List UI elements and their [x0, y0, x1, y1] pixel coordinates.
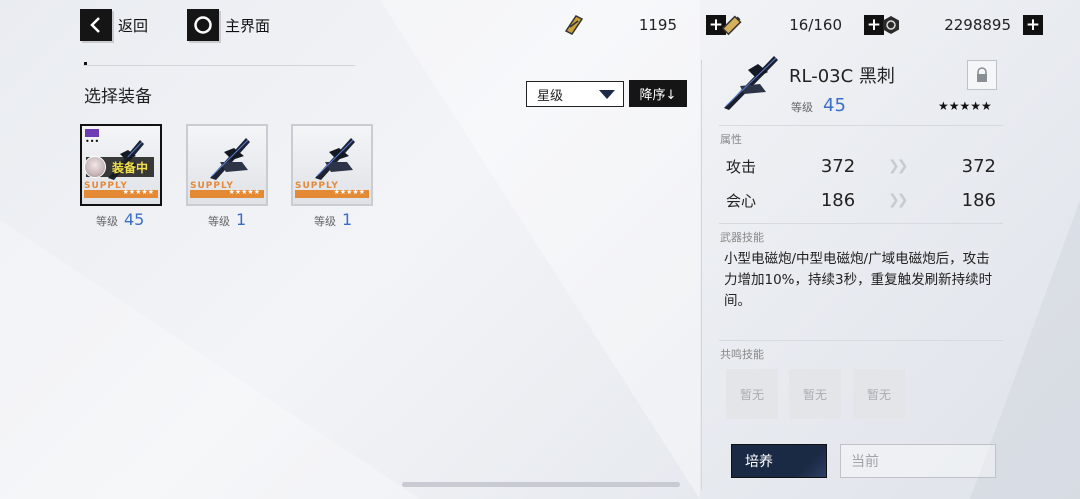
add-coin-button[interactable]: + [1023, 15, 1043, 35]
divider [83, 65, 355, 66]
resonance-slot: 暂无 [726, 369, 778, 419]
train-button[interactable]: 培养 [731, 444, 827, 478]
circle-home-icon [187, 9, 219, 41]
equipment-card[interactable]: SUPPLY ★★★★★ [186, 124, 268, 206]
weapon-level: 等级 45 [791, 95, 846, 116]
resonance-slot: 暂无 [789, 369, 841, 419]
resonance-skill-title: 共鸣技能 [720, 348, 764, 361]
select-equipment-title: 选择装备 [84, 87, 152, 107]
current-field: 当前 [840, 444, 996, 478]
double-chevron-icon: ❯❯ [888, 158, 909, 174]
star-strip: ★★★★★ [295, 188, 369, 198]
card-level: 等级 1 [314, 210, 352, 229]
battery-icon [719, 12, 745, 38]
card-level: 等级 45 [96, 210, 144, 229]
stat-next: 372 [961, 155, 996, 177]
triangle-down-icon [599, 90, 615, 99]
railgun-weapon-icon [724, 56, 778, 110]
railgun-weapon-icon [315, 138, 355, 180]
level-label: 等级 [208, 215, 230, 228]
coin-value: 2298895 [944, 16, 1011, 34]
star-rating: ★★★★★ [333, 188, 365, 196]
sort-order-button[interactable]: 降序↓ [629, 80, 687, 107]
background-shape [0, 220, 420, 499]
weapon-name: RL-03C 黑刺 [789, 66, 895, 87]
gold-value: 1195 [638, 16, 677, 34]
weapon-skill-title: 武器技能 [720, 231, 764, 244]
home-label: 主界面 [225, 16, 271, 35]
level-label: 等级 [96, 215, 118, 228]
divider [719, 223, 1003, 224]
lock-icon [977, 67, 987, 82]
back-label: 返回 [118, 16, 149, 35]
coin-icon [878, 12, 904, 38]
resource-coin: 2298895 + [878, 12, 1043, 38]
sort-value: 星级 [537, 88, 564, 104]
horizontal-scrollbar[interactable] [402, 482, 680, 487]
back-button[interactable]: 返回 [80, 9, 148, 41]
divider [719, 125, 1003, 126]
battery-value: 16/160 [789, 16, 842, 34]
stat-row-critical: 会心 186 ❯❯ 186 [726, 188, 996, 212]
stat-current: 186 [820, 189, 856, 211]
level-value: 1 [342, 210, 353, 229]
sort-dropdown[interactable]: 星级 [526, 81, 624, 107]
lock-button[interactable] [967, 60, 997, 90]
level-label: 等级 [791, 101, 813, 114]
character-avatar [84, 156, 106, 178]
star-rating: ★★★★★ [228, 188, 260, 196]
chevron-left-icon [80, 9, 112, 41]
railgun-weapon-icon [210, 138, 250, 180]
stat-row-attack: 攻击 372 ❯❯ 372 [726, 154, 996, 178]
weapon-star-rating: ★★★★★ [938, 99, 992, 113]
double-chevron-icon: ❯❯ [888, 192, 909, 208]
stat-current: 372 [820, 155, 856, 177]
gold-bar-icon [561, 12, 587, 38]
panel-divider [701, 60, 702, 490]
attributes-title: 属性 [720, 133, 742, 146]
star-strip: ★★★★★ [190, 188, 264, 198]
top-bar: 返回 主界面 1195 + 16/160 + 2298895 + [0, 0, 1080, 50]
card-level: 等级 1 [208, 210, 246, 229]
background-shape [380, 0, 700, 499]
level-value: 45 [124, 210, 145, 229]
stat-next: 186 [961, 189, 996, 211]
equipment-card[interactable]: ••• 装备中 SUPPLY ★★★★★ [80, 124, 162, 206]
level-value: 45 [823, 95, 846, 116]
star-rating: ★★★★★ [122, 188, 154, 196]
level-label: 等级 [314, 215, 336, 228]
resonance-slot: 暂无 [853, 369, 905, 419]
divider [719, 340, 1003, 341]
stat-name: 会心 [726, 191, 757, 210]
resource-battery: 16/160 + [719, 12, 884, 38]
star-strip: ★★★★★ [84, 188, 158, 198]
resource-gold: 1195 + [561, 12, 726, 38]
level-value: 1 [236, 210, 247, 229]
weapon-skill-description: 小型电磁炮/中型电磁炮/广域电磁炮后，攻击力增加10%，持续3秒，重复触发刷新持… [724, 251, 993, 309]
home-button[interactable]: 主界面 [187, 9, 270, 41]
equipment-card[interactable]: SUPPLY ★★★★★ [291, 124, 373, 206]
stat-name: 攻击 [726, 157, 757, 176]
